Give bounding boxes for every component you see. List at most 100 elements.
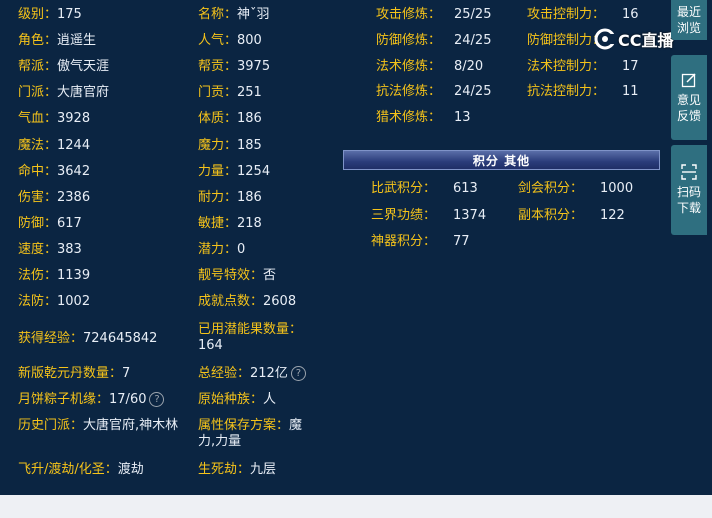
potion-label: 已用潜能果数量： — [198, 322, 303, 337]
left-stats-row: 法伤：1139 — [18, 268, 90, 284]
watermark-text: CC直播 — [618, 31, 674, 50]
left-stats-row: 防御：617 — [18, 216, 82, 232]
stat-label: 潜力： — [198, 241, 238, 257]
left-stats-row: 气血：3928 — [18, 111, 90, 127]
left-stats-row: 门派：大唐官府 — [18, 85, 109, 101]
cultivation-left-row: 抗法修炼： 24/25 — [376, 84, 491, 100]
stat-label: 魔法： — [18, 137, 58, 153]
race-label: 原始种族： — [198, 392, 264, 407]
cultivation-left-row: 猎术修炼： 13 — [376, 110, 471, 126]
total-exp-value: 212亿 — [250, 366, 288, 381]
help-icon[interactable]: ? — [290, 366, 306, 381]
stat-value: 251 — [237, 85, 262, 101]
stat-value: 1002 — [57, 294, 91, 310]
stat-value: 24/25 — [454, 32, 492, 48]
exp-value: 724645842 — [83, 331, 158, 346]
stat-value: 16 — [622, 7, 639, 22]
stat-value: 175 — [57, 7, 82, 22]
mid-stats-row: 力量：1254 — [198, 164, 270, 180]
stat-label: 法防： — [18, 294, 58, 310]
bottom-bar — [0, 495, 712, 518]
mid-stats-row: 门贡：251 — [198, 85, 262, 101]
stat-label: 命中： — [18, 163, 58, 179]
points-right-row: 副本积分： 122 — [518, 208, 625, 224]
race-value: 人 — [263, 392, 277, 407]
feedback-button[interactable]: 意见 反馈 — [671, 55, 707, 140]
stat-label: 靓号特效： — [198, 268, 264, 283]
stat-value: 3642 — [57, 163, 91, 179]
stat-label: 门贡： — [198, 85, 238, 101]
stat-value: 1000 — [600, 181, 634, 196]
mid-stats-row: 耐力：186 — [198, 190, 262, 206]
stat-value: 2608 — [263, 294, 297, 310]
stat-value: 13 — [454, 110, 471, 126]
points-left-row: 神器积分： 77 — [371, 234, 470, 250]
stat-value: 3928 — [57, 111, 91, 127]
stat-value: 77 — [453, 234, 470, 249]
stat-value: 17 — [622, 58, 639, 74]
points-section-header: 积分 其他 — [343, 150, 660, 170]
recent-browse-button[interactable]: 最近 浏览 — [671, 0, 707, 40]
stat-label: 耐力： — [198, 189, 238, 205]
mid-stats-row: 靓号特效：否 — [198, 268, 276, 284]
cultivation-right-row: 攻击控制力： 16 — [527, 7, 639, 23]
stat-value: 218 — [237, 215, 262, 231]
stat-label: 角色： — [18, 33, 58, 49]
stat-label: 法术修炼： — [376, 58, 442, 74]
stat-label: 法伤： — [18, 268, 58, 283]
left-stats-row: 角色：逍遥生 — [18, 33, 96, 49]
mid-stats-row: 名称：神ˇ羽 — [198, 7, 270, 23]
points-right-row: 剑会积分： 1000 — [518, 181, 633, 197]
qianyuan-label: 新版乾元丹数量： — [18, 366, 123, 381]
mooncake-row: 月饼粽子机缘：17/60? — [18, 392, 165, 408]
stat-label: 成就点数： — [198, 294, 264, 310]
ascend-value: 渡劫 — [117, 462, 144, 477]
help-icon[interactable]: ? — [149, 392, 165, 407]
stat-label: 攻击控制力： — [527, 7, 606, 22]
mooncake-label: 月饼粽子机缘： — [18, 392, 110, 407]
stat-value: 186 — [237, 111, 262, 127]
ascend-label: 飞升/渡劫/化圣： — [18, 462, 118, 477]
stat-value: 2386 — [57, 189, 91, 205]
life-death-row: 生死劫：九层 — [198, 462, 276, 478]
stat-label: 副本积分： — [518, 207, 584, 223]
stat-value: 122 — [600, 207, 625, 223]
cultivation-left-row: 防御修炼： 24/25 — [376, 33, 491, 49]
stat-value: 25/25 — [454, 7, 492, 22]
qianyuan-value: 7 — [122, 366, 131, 381]
stat-label: 门派： — [18, 85, 58, 101]
left-stats-row: 伤害：2386 — [18, 190, 90, 206]
life-death-label: 生死劫： — [198, 462, 251, 477]
left-stats-row: 级别：175 — [18, 7, 82, 23]
race-row: 原始种族：人 — [198, 392, 276, 408]
stat-value: 1244 — [57, 137, 91, 153]
history-row: 历史门派：大唐官府,神木林 — [18, 418, 188, 434]
mooncake-value: 17/60 — [109, 392, 147, 407]
mid-stats-row: 人气：800 — [198, 33, 262, 49]
stat-label: 名称： — [198, 7, 238, 22]
stat-value: 否 — [263, 268, 277, 283]
history-value: 大唐官府,神木林 — [83, 418, 179, 433]
stat-label: 魔力： — [198, 137, 238, 153]
points-left-row: 比武积分： 613 — [371, 181, 478, 197]
cultivation-right-row: 法术控制力： 17 — [527, 59, 639, 75]
stat-value: 617 — [57, 215, 82, 231]
cultivation-right-row: 抗法控制力： 11 — [527, 84, 639, 100]
stat-label: 帮派： — [18, 59, 58, 75]
mid-stats-row: 体质：186 — [198, 111, 262, 127]
stat-label: 伤害： — [18, 189, 58, 205]
scan-download-button[interactable]: 扫码 下载 — [671, 145, 707, 235]
exp-label: 获得经验： — [18, 331, 84, 346]
exp-row: 获得经验：724645842 — [18, 331, 157, 347]
stat-label: 猎术修炼： — [376, 110, 442, 126]
scan-icon — [681, 164, 697, 180]
stat-label: 剑会积分： — [518, 181, 584, 196]
stat-label: 三界功绩： — [371, 207, 437, 223]
stat-label: 比武积分： — [371, 181, 437, 196]
stat-value: 1374 — [453, 207, 487, 223]
stat-label: 神器积分： — [371, 234, 437, 249]
left-stats-row: 魔法：1244 — [18, 138, 90, 154]
stat-label: 帮贡： — [198, 59, 238, 75]
cc-live-watermark: CC直播 — [594, 26, 674, 52]
stat-value: 1254 — [237, 163, 271, 179]
